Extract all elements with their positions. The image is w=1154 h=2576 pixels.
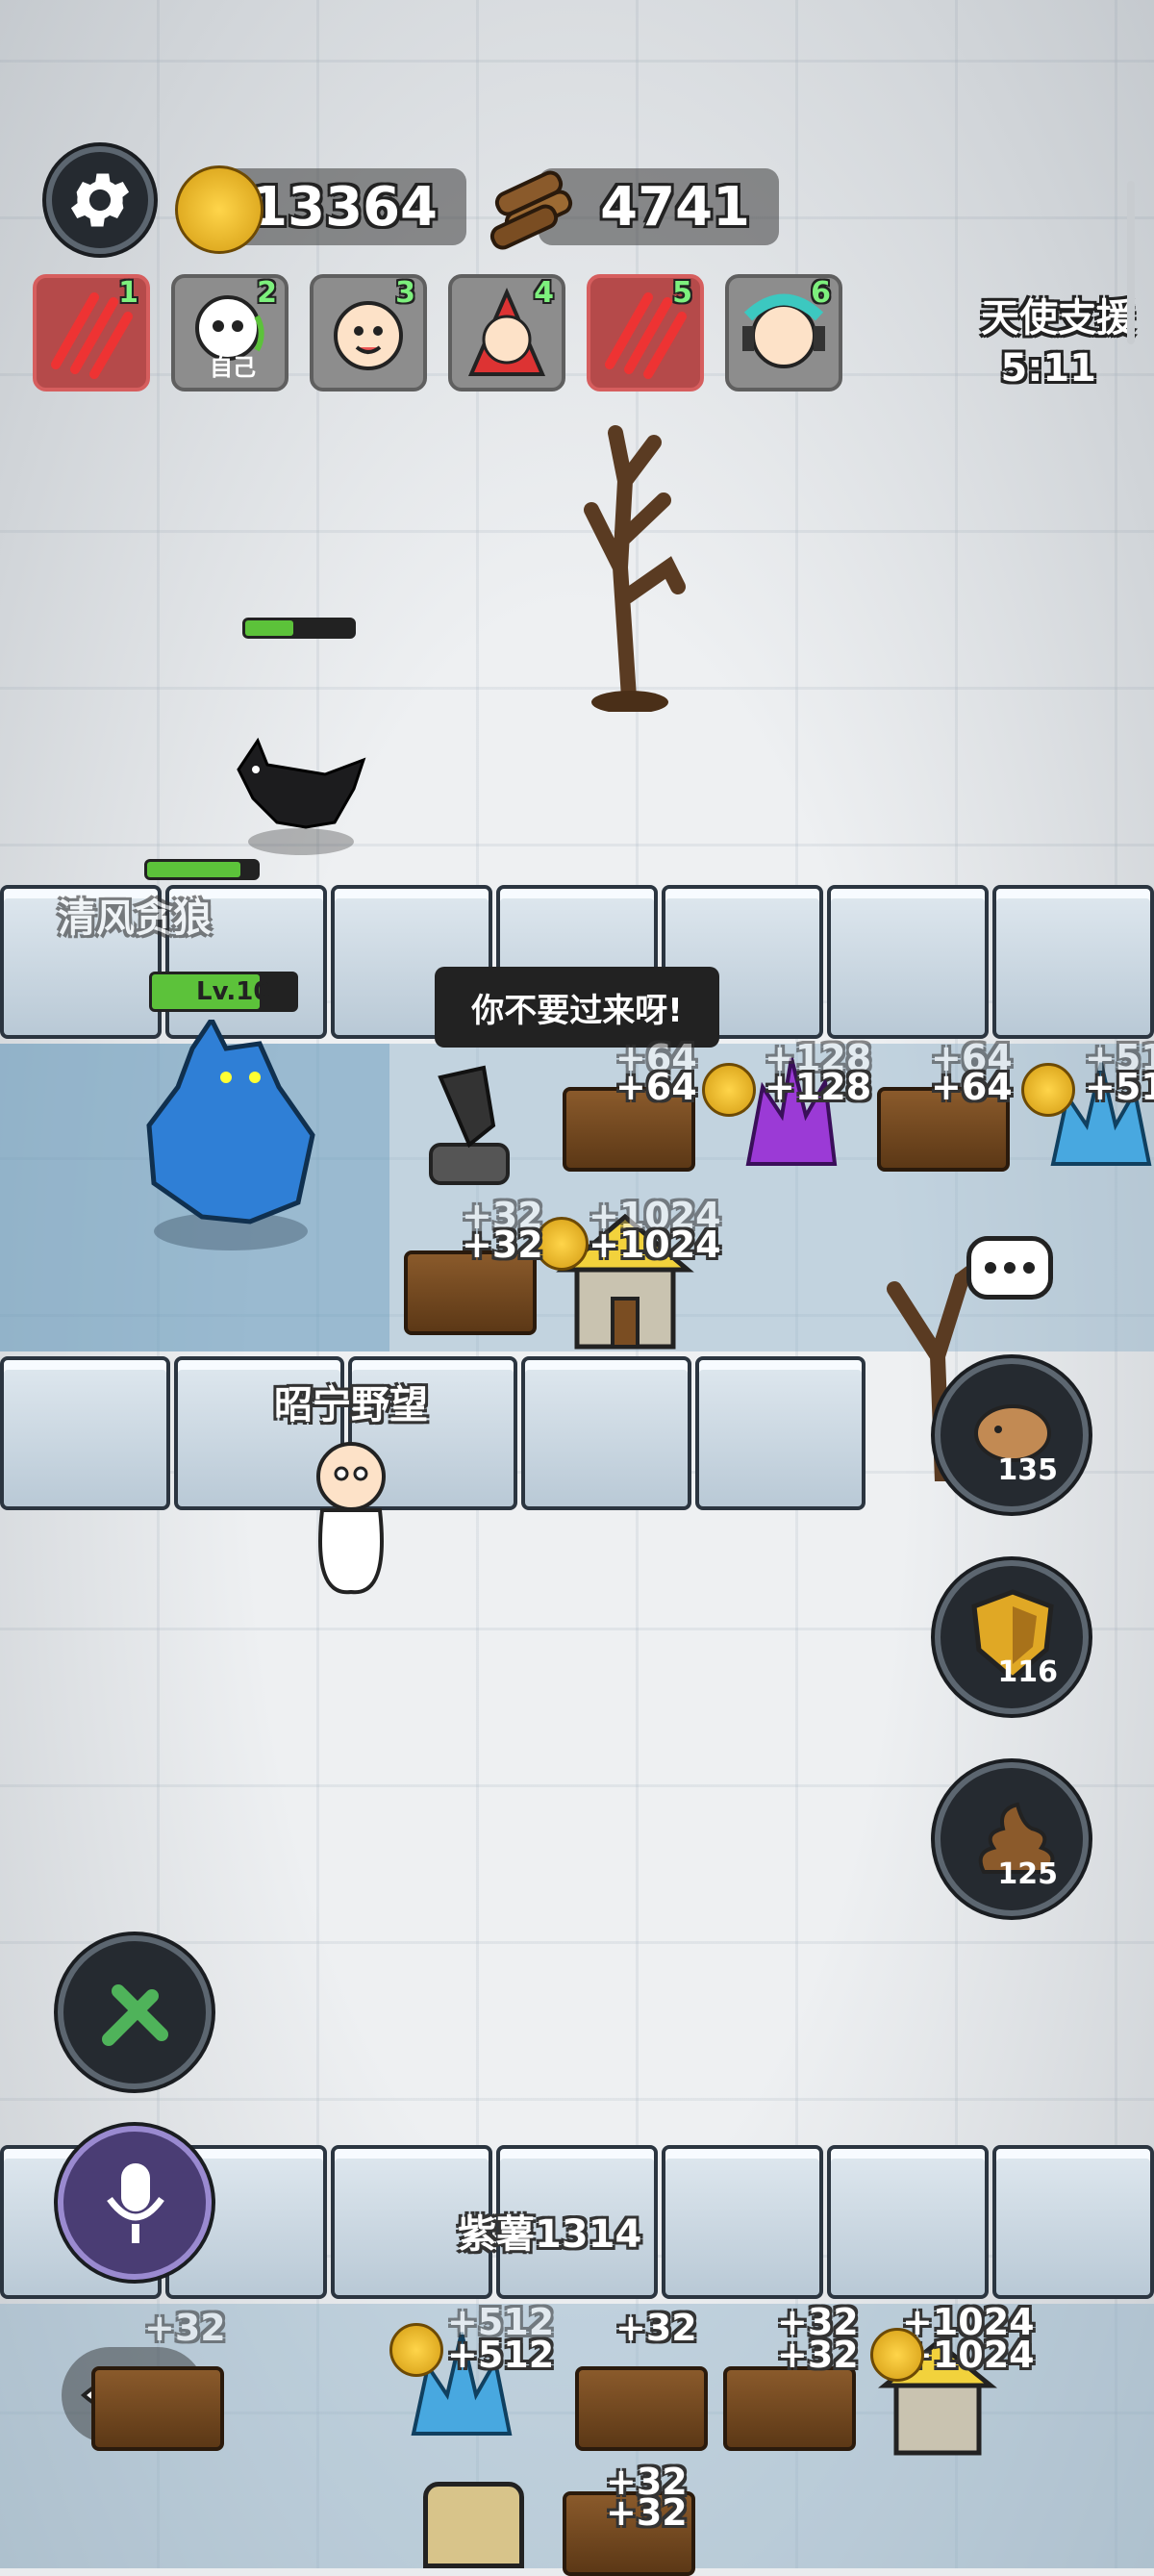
build-tools-button[interactable] (58, 1935, 212, 2089)
income-float: +512 (447, 2334, 555, 2376)
self-label: 自己 (210, 354, 256, 381)
fridge-icon[interactable] (423, 2482, 524, 2568)
income-float: +128 (765, 1066, 872, 1108)
income-float: +1024 (589, 1224, 721, 1266)
chat-icon[interactable] (966, 1236, 1053, 1300)
pig-count: 135 (997, 1453, 1058, 1487)
player-slot-6[interactable]: 6 (725, 274, 842, 391)
enemy-name: 清风贪狼 (58, 897, 212, 941)
shield-button[interactable]: 116 (935, 1560, 1089, 1714)
gear-icon (70, 173, 130, 227)
ghost-sheep-icon[interactable] (298, 1433, 404, 1602)
player-slot-2[interactable]: 2 自己 (171, 274, 288, 391)
enemy-level-bar: Lv.10 (149, 972, 298, 1012)
player-slot-1[interactable]: 1 (33, 274, 150, 391)
player-slot-4[interactable]: 4 (448, 274, 565, 391)
microphone-icon (107, 2163, 164, 2243)
scrollbar[interactable] (1127, 181, 1135, 344)
player-name-1: 昭宁野望 (274, 1383, 428, 1427)
enemy-hp-bar-top (144, 859, 260, 880)
wood-logs-icon (489, 170, 573, 250)
gold-coin-icon (702, 1063, 756, 1117)
bare-tree-icon (584, 425, 686, 712)
gold-coin-icon (1021, 1063, 1075, 1117)
player-name-2: 紫薯1314 (458, 2212, 642, 2257)
gold-value: 13364 (250, 175, 438, 239)
income-float: +64 (615, 1066, 697, 1108)
player-slot-3[interactable]: 3 (310, 274, 427, 391)
income-float: +32 (777, 2334, 859, 2376)
blue-werewolf-icon[interactable] (135, 1020, 327, 1260)
shield-count: 116 (997, 1655, 1058, 1689)
income-float: +32 (606, 2491, 688, 2534)
piggy-bank-button[interactable]: 135 (935, 1358, 1089, 1512)
poop-count: 125 (997, 1857, 1058, 1891)
voice-mic-button[interactable] (58, 2126, 212, 2280)
wood-crate[interactable] (723, 2366, 856, 2451)
wood-crate[interactable] (91, 2366, 224, 2451)
income-float: +32 (144, 2307, 226, 2349)
gold-coin-icon (175, 165, 263, 254)
player-slot-5[interactable]: 5 (587, 274, 704, 391)
settings-button[interactable] (46, 146, 154, 254)
gold-coin-icon (870, 2328, 924, 2382)
poop-button[interactable]: 125 (935, 1762, 1089, 1916)
angel-support-timer: 5:11 (1000, 346, 1097, 391)
wood-crate[interactable] (575, 2366, 708, 2451)
income-float: +32 (615, 2307, 697, 2349)
enemy-level: Lv.10 (196, 977, 271, 1006)
income-float: +51 (1085, 1066, 1154, 1108)
wolf-hp-bar (242, 618, 356, 639)
gold-coin-icon (389, 2323, 443, 2377)
player-slots: 1 2 自己 3 4 5 6 (33, 274, 842, 391)
black-wolf-icon[interactable] (219, 731, 373, 856)
wood-value: 4741 (600, 175, 750, 239)
wrench-hammer-icon (102, 1984, 168, 2046)
income-float: +64 (931, 1066, 1013, 1108)
income-float: +32 (462, 1224, 543, 1266)
turret-icon[interactable] (412, 1048, 527, 1193)
ice-wall-middle (0, 1356, 866, 1510)
angel-support-title: 天使支援 (981, 296, 1135, 341)
speech-bubble: 你不要过来呀! (435, 967, 719, 1048)
